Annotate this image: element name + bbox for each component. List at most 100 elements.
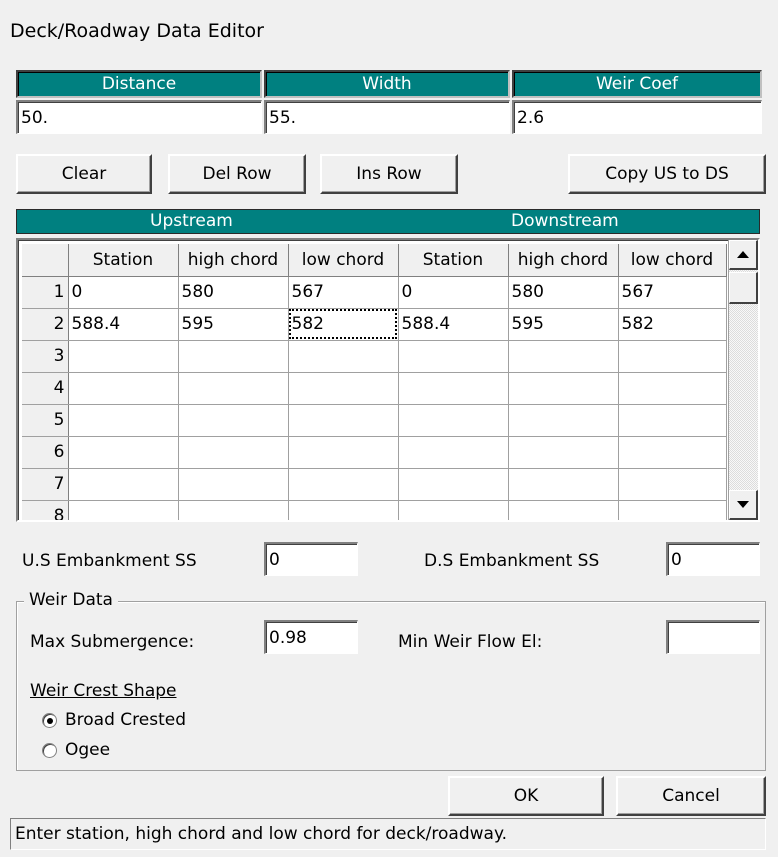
min-weir-flow-field[interactable]: [666, 620, 760, 654]
table-cell[interactable]: 595: [178, 308, 289, 341]
table-cell[interactable]: [398, 500, 509, 520]
vertical-scrollbar[interactable]: [728, 240, 758, 520]
table-cell[interactable]: [398, 372, 509, 405]
table-row[interactable]: 8: [22, 500, 727, 520]
table-cell[interactable]: [508, 468, 619, 501]
table-cell[interactable]: 0: [398, 276, 509, 309]
deck-data-grid[interactable]: Station high chord low chord Station hig…: [16, 238, 760, 522]
table-cell[interactable]: [508, 404, 619, 437]
clear-button[interactable]: Clear: [16, 154, 152, 194]
column-header[interactable]: high chord: [178, 244, 289, 277]
window-title: Deck/Roadway Data Editor: [10, 20, 264, 42]
ds-embankment-field[interactable]: 0: [666, 542, 760, 576]
ogee-label: Ogee: [65, 740, 111, 760]
table-cell[interactable]: [398, 404, 509, 437]
table-cell[interactable]: 567: [288, 276, 399, 309]
deck-data-table[interactable]: Station high chord low chord Station hig…: [22, 244, 727, 520]
table-cell[interactable]: [618, 340, 727, 373]
table-cell[interactable]: [288, 372, 399, 405]
table-cell[interactable]: [68, 500, 179, 520]
weir-coef-field[interactable]: 2.6: [512, 100, 762, 134]
table-cell[interactable]: [618, 468, 727, 501]
table-cell[interactable]: [178, 372, 289, 405]
table-cell[interactable]: [508, 500, 619, 520]
row-number[interactable]: 5: [22, 404, 69, 437]
cancel-button[interactable]: Cancel: [616, 776, 766, 816]
row-number[interactable]: 2: [22, 308, 69, 341]
table-cell[interactable]: [508, 340, 619, 373]
row-number[interactable]: 8: [22, 500, 69, 520]
table-cell[interactable]: [178, 436, 289, 469]
width-header: Width: [264, 70, 510, 98]
table-cell[interactable]: 580: [178, 276, 289, 309]
corner-cell: [22, 244, 69, 277]
table-cell[interactable]: [618, 404, 727, 437]
row-number[interactable]: 7: [22, 468, 69, 501]
scroll-up-button[interactable]: [729, 240, 758, 270]
row-number[interactable]: 6: [22, 436, 69, 469]
row-number[interactable]: 1: [22, 276, 69, 309]
table-cell[interactable]: [288, 500, 399, 520]
table-cell[interactable]: [178, 404, 289, 437]
table-cell[interactable]: [68, 404, 179, 437]
table-cell[interactable]: 595: [508, 308, 619, 341]
table-row[interactable]: 6: [22, 436, 727, 469]
table-cell[interactable]: [68, 468, 179, 501]
table-cell[interactable]: 580: [508, 276, 619, 309]
table-cell[interactable]: [618, 372, 727, 405]
table-cell[interactable]: [288, 436, 399, 469]
table-cell[interactable]: [178, 468, 289, 501]
status-bar: Enter station, high chord and low chord …: [10, 818, 766, 850]
row-number[interactable]: 4: [22, 372, 69, 405]
table-cell[interactable]: [618, 500, 727, 520]
table-cell[interactable]: [68, 340, 179, 373]
table-cell[interactable]: 582: [618, 308, 727, 341]
table-cell[interactable]: [68, 436, 179, 469]
radio-checked-icon[interactable]: [42, 712, 57, 728]
table-cell[interactable]: 588.4: [68, 308, 179, 341]
row-number[interactable]: 3: [22, 340, 69, 373]
table-row[interactable]: 2 588.4 595 582 588.4 595 582: [22, 308, 727, 341]
table-cell[interactable]: 0: [68, 276, 179, 309]
table-cell-selected[interactable]: 582: [288, 308, 399, 341]
table-row[interactable]: 4: [22, 372, 727, 405]
table-cell[interactable]: 588.4: [398, 308, 509, 341]
column-header[interactable]: Station: [68, 244, 179, 277]
table-row[interactable]: 3: [22, 340, 727, 373]
column-header[interactable]: Station: [398, 244, 509, 277]
table-cell[interactable]: [288, 340, 399, 373]
table-cell[interactable]: 567: [618, 276, 727, 309]
downstream-label: Downstream: [511, 211, 619, 231]
table-row[interactable]: 7: [22, 468, 727, 501]
table-cell[interactable]: [288, 468, 399, 501]
table-row[interactable]: 1 0 580 567 0 580 567: [22, 276, 727, 309]
radio-unchecked-icon[interactable]: [42, 742, 57, 758]
table-cell[interactable]: [618, 436, 727, 469]
table-cell[interactable]: [398, 468, 509, 501]
scroll-down-button[interactable]: [729, 490, 758, 520]
table-cell[interactable]: [398, 436, 509, 469]
del-row-button[interactable]: Del Row: [168, 154, 306, 194]
column-header[interactable]: high chord: [508, 244, 619, 277]
table-cell[interactable]: [508, 372, 619, 405]
table-cell[interactable]: [398, 340, 509, 373]
table-cell[interactable]: [288, 404, 399, 437]
ogee-radio[interactable]: Ogee: [42, 740, 110, 760]
table-cell[interactable]: [178, 340, 289, 373]
table-cell[interactable]: [68, 372, 179, 405]
table-row[interactable]: 5: [22, 404, 727, 437]
ins-row-button[interactable]: Ins Row: [320, 154, 458, 194]
column-header[interactable]: low chord: [288, 244, 399, 277]
table-cell[interactable]: [508, 436, 619, 469]
column-header[interactable]: low chord: [618, 244, 727, 277]
broad-crested-radio[interactable]: Broad Crested: [42, 710, 186, 730]
table-cell[interactable]: [178, 500, 289, 520]
distance-field[interactable]: 50.: [16, 100, 262, 134]
ok-button[interactable]: OK: [448, 776, 604, 816]
us-embankment-field[interactable]: 0: [264, 542, 358, 576]
scroll-thumb[interactable]: [729, 272, 758, 304]
distance-header: Distance: [16, 70, 262, 98]
copy-us-to-ds-button[interactable]: Copy US to DS: [568, 154, 766, 194]
max-submergence-field[interactable]: 0.98: [264, 620, 358, 654]
width-field[interactable]: 55.: [264, 100, 510, 134]
